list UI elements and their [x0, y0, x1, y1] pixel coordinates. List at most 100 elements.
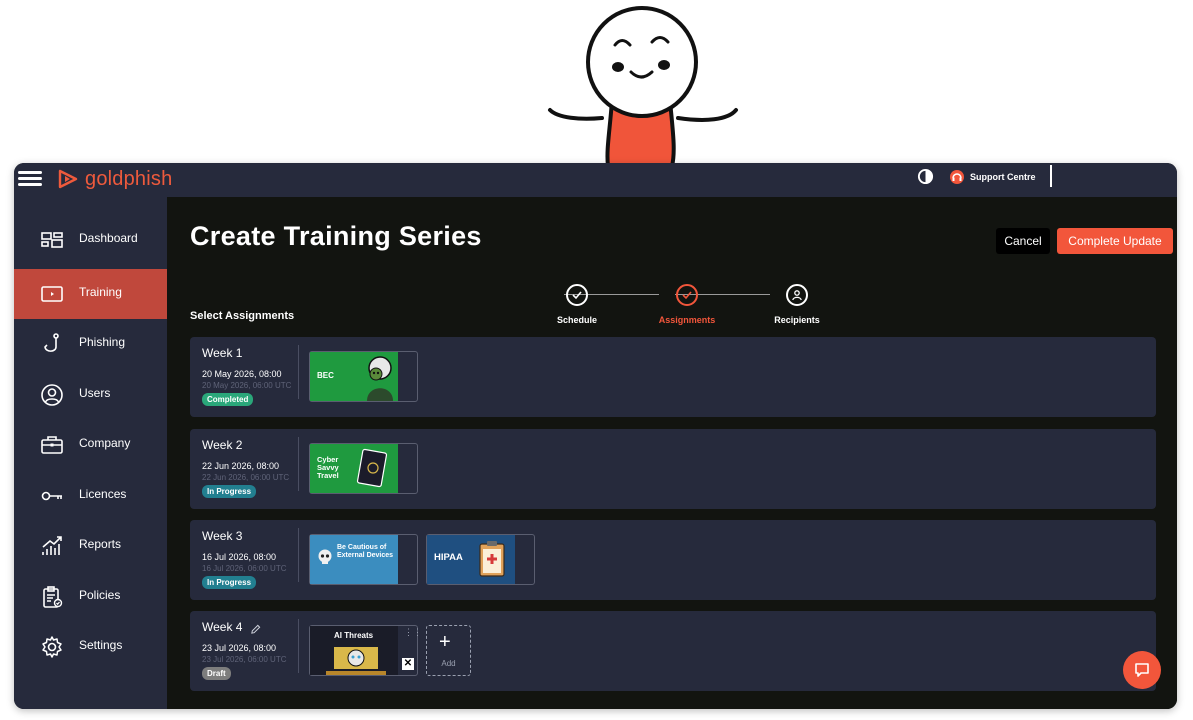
plus-icon: + — [439, 631, 451, 653]
top-bar: goldphish Support Centre — [14, 163, 1177, 197]
support-centre-link[interactable]: Support Centre — [949, 167, 1036, 187]
robot-illustration — [326, 647, 386, 675]
add-module-button[interactable]: + Add — [426, 625, 471, 676]
chat-support-button[interactable] — [1123, 651, 1161, 689]
user-icon — [792, 290, 802, 301]
week-utc-date: 20 May 2026, 06:00 UTC — [202, 381, 292, 390]
week-name: Week 1 — [202, 346, 243, 360]
module-card[interactable]: AI Threats ⋮⋮ ✕ — [309, 625, 422, 676]
sidebar-item-label: Company — [79, 436, 131, 450]
module-card[interactable]: Be Cautious of External Devices — [309, 534, 418, 585]
hacker-illustration — [367, 356, 393, 401]
brand-name: goldphish — [85, 167, 173, 190]
week-utc-date: 23 Jul 2026, 06:00 UTC — [202, 655, 287, 664]
dashboard-icon — [41, 232, 63, 248]
section-title: Select Assignments — [190, 310, 295, 322]
week-divider — [298, 619, 299, 673]
week-date: 22 Jun 2026, 08:00 — [202, 461, 280, 471]
step-recipients-circle[interactable] — [786, 284, 808, 306]
gear-icon — [42, 636, 62, 658]
step-assignments-circle[interactable] — [676, 284, 698, 306]
status-badge: In Progress — [202, 485, 257, 498]
user-icon — [41, 384, 63, 406]
support-centre-label: Support Centre — [970, 172, 1036, 182]
week-info: Week 3 16 Jul 2026, 08:00 16 Jul 2026, 0… — [191, 523, 295, 591]
chat-bubble-icon — [1135, 663, 1149, 677]
module-title: Be Cautious of External Devices — [337, 544, 394, 559]
sidebar-item-licences[interactable]: Licences — [14, 471, 167, 521]
week-name: Week 2 — [202, 438, 243, 452]
chart-icon — [42, 536, 62, 555]
week-row: Week 4 23 Jul 2026, 08:00 23 Jul 2026, 0… — [190, 611, 1156, 691]
goldphish-logo-icon — [58, 169, 78, 189]
brand-logo[interactable]: goldphish — [56, 166, 172, 192]
passport-illustration — [356, 448, 388, 488]
add-label: Add — [441, 659, 456, 668]
module-card[interactable]: HIPAA — [426, 534, 535, 585]
key-icon — [41, 491, 62, 501]
app-window: goldphish Support Centre Dashboard Train… — [14, 163, 1177, 709]
clipboard-icon — [43, 586, 63, 608]
module-title: HIPAA — [434, 552, 463, 563]
module-thumbnail: AI Threats — [310, 626, 398, 675]
medical-clipboard-illustration — [479, 541, 505, 577]
step-label-recipients: Recipients — [774, 315, 820, 325]
week-info: Week 2 22 Jun 2026, 08:00 22 Jun 2026, 0… — [191, 432, 295, 500]
sidebar-item-label: Policies — [79, 588, 121, 602]
status-badge: In Progress — [202, 576, 257, 589]
headset-icon — [950, 170, 964, 184]
page-title: Create Training Series — [190, 221, 482, 251]
cancel-button[interactable]: Cancel — [996, 228, 1050, 254]
module-card[interactable]: BEC — [309, 351, 418, 402]
sidebar-item-settings[interactable]: Settings — [14, 622, 167, 672]
status-badge: Draft — [202, 667, 231, 680]
module-thumbnail: Cyber Savvy Travel — [310, 444, 398, 493]
sidebar-item-phishing[interactable]: Phishing — [14, 319, 167, 369]
contrast-icon[interactable] — [917, 168, 934, 185]
module-card[interactable]: Cyber Savvy Travel — [309, 443, 418, 494]
module-title: Cyber Savvy Travel — [317, 455, 339, 480]
sidebar: Dashboard Training Phishing Users Compan… — [14, 197, 167, 709]
module-thumbnail: BEC — [310, 352, 398, 401]
step-label-schedule: Schedule — [556, 315, 597, 325]
sidebar-item-label: Reports — [79, 537, 122, 551]
sidebar-item-label: Training — [79, 285, 122, 299]
status-badge: Completed — [202, 393, 254, 406]
week-row: Week 3 16 Jul 2026, 08:00 16 Jul 2026, 0… — [190, 520, 1156, 600]
step-schedule-circle[interactable] — [566, 284, 588, 306]
sidebar-item-policies[interactable]: Policies — [14, 572, 167, 622]
training-icon — [41, 286, 63, 302]
pencil-edit-icon[interactable] — [250, 624, 261, 635]
remove-module-close-icon[interactable]: ✕ — [402, 658, 414, 670]
topbar-divider — [1050, 165, 1052, 187]
briefcase-icon — [41, 436, 63, 454]
drag-handle-icon[interactable]: ⋮⋮ — [404, 628, 422, 642]
check-icon — [682, 291, 692, 300]
week-info: Week 1 20 May 2026, 08:00 20 May 2026, 0… — [191, 340, 295, 408]
module-title: AI Threats — [334, 631, 374, 640]
sidebar-item-label: Settings — [79, 638, 123, 652]
sidebar-item-training[interactable]: Training — [14, 269, 167, 319]
sidebar-item-label: Users — [79, 386, 111, 400]
sidebar-item-company[interactable]: Company — [14, 420, 167, 470]
check-icon — [572, 291, 582, 300]
progress-stepper: Schedule Assignments Recipients — [527, 283, 827, 327]
week-row: Week 1 20 May 2026, 08:00 20 May 2026, 0… — [190, 337, 1156, 417]
week-date: 16 Jul 2026, 08:00 — [202, 552, 277, 562]
module-title: BEC — [317, 371, 334, 380]
sidebar-item-dashboard[interactable]: Dashboard — [14, 215, 167, 265]
sidebar-item-users[interactable]: Users — [14, 370, 167, 420]
step-label-assignments: Assignments — [658, 315, 716, 325]
sidebar-item-label: Licences — [79, 487, 127, 501]
module-thumbnail: Be Cautious of External Devices — [310, 535, 398, 584]
week-name: Week 3 — [202, 529, 243, 543]
sidebar-item-reports[interactable]: Reports — [14, 521, 167, 571]
complete-update-button[interactable]: Complete Update — [1057, 228, 1173, 254]
module-thumbnail: HIPAA — [427, 535, 515, 584]
screenshot-stage: goldphish Support Centre Dashboard Train… — [0, 0, 1193, 720]
week-utc-date: 16 Jul 2026, 06:00 UTC — [202, 564, 287, 573]
week-utc-date: 22 Jun 2026, 06:00 UTC — [202, 473, 290, 482]
hamburger-icon[interactable] — [18, 168, 42, 190]
week-date: 23 Jul 2026, 08:00 — [202, 643, 277, 653]
main-content: Create Training Series Cancel Complete U… — [167, 197, 1177, 709]
